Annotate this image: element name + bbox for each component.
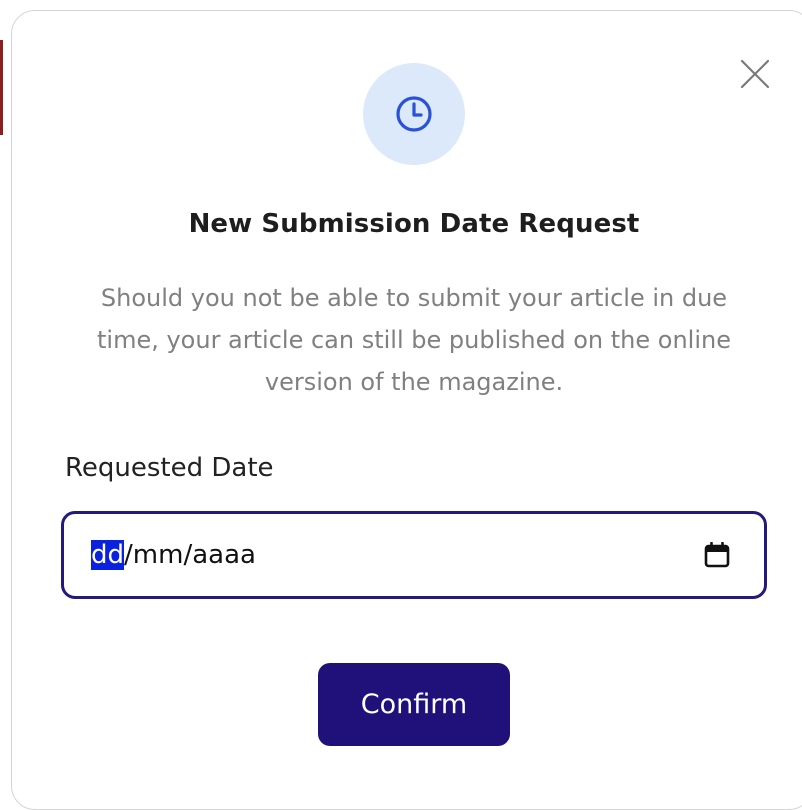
- calendar-icon: [704, 542, 730, 568]
- submission-date-dialog: New Submission Date Request Should you n…: [11, 10, 802, 810]
- date-separator: /: [183, 540, 193, 570]
- dialog-title: New Submission Date Request: [188, 209, 640, 239]
- close-button[interactable]: [737, 56, 773, 92]
- clock-icon: [396, 96, 432, 132]
- confirm-button[interactable]: Confirm: [318, 663, 510, 746]
- calendar-picker-button[interactable]: [702, 540, 732, 570]
- dialog-description: Should you not be able to submit your ar…: [96, 284, 731, 396]
- requested-date-label: Requested Date: [65, 453, 274, 483]
- date-day-segment[interactable]: dd: [91, 540, 125, 570]
- header-icon-circle: [363, 63, 465, 165]
- background-accent: [0, 40, 3, 135]
- requested-date-input[interactable]: dd / mm / aaaa: [61, 511, 767, 599]
- date-year-segment[interactable]: aaaa: [192, 540, 256, 570]
- close-icon: [740, 59, 770, 89]
- date-separator: /: [124, 540, 133, 570]
- date-month-segment[interactable]: mm: [133, 540, 184, 570]
